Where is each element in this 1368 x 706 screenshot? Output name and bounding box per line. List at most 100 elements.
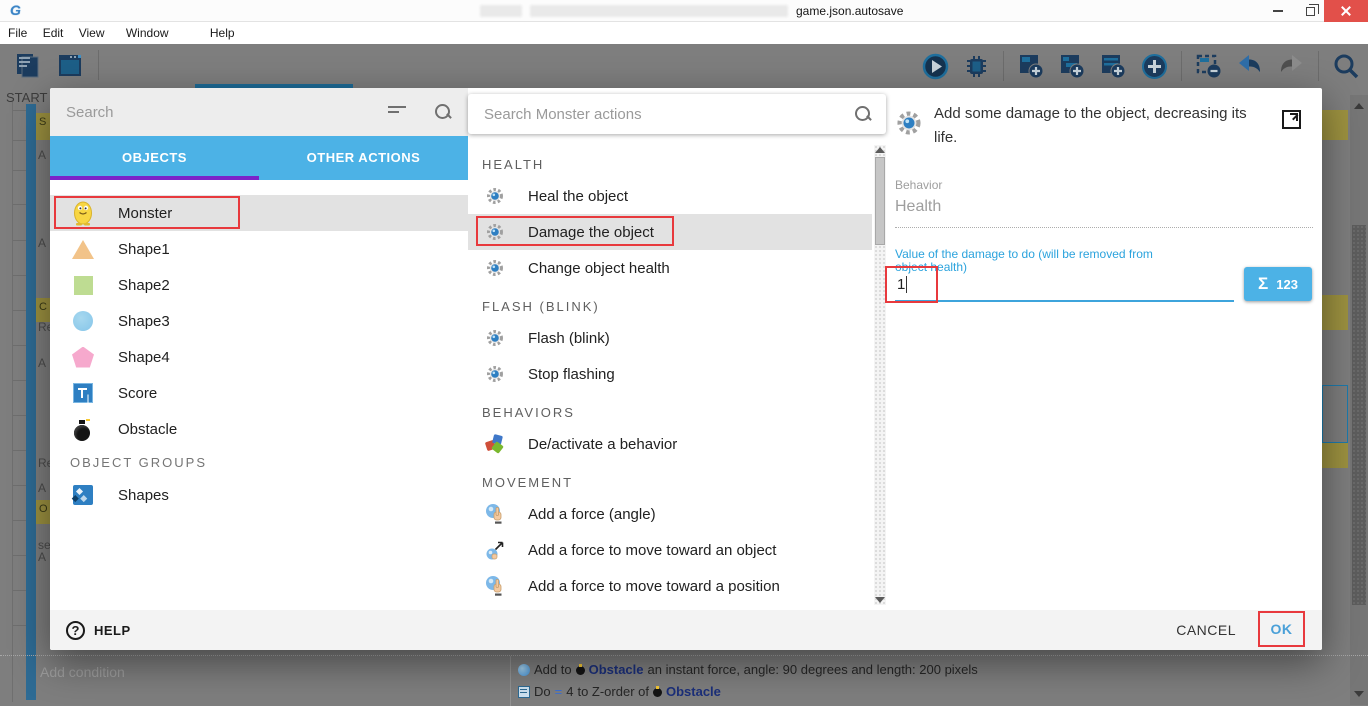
sigma-icon: Σ: [1258, 274, 1268, 294]
event-action-row[interactable]: Do = 4 to Z-order of Obstacle: [518, 684, 721, 699]
monster-icon: [70, 200, 96, 226]
conditions-actions-divider: [510, 656, 511, 706]
minimize-button[interactable]: [1262, 0, 1294, 22]
app-area-dimmed: START S A A C Re A Re A O se A Add condi…: [0, 44, 1368, 705]
event-tree-line: [12, 102, 13, 702]
search-events-icon[interactable]: [1332, 52, 1360, 80]
filter-icon[interactable]: [388, 106, 406, 118]
close-button[interactable]: [1324, 0, 1368, 22]
comment-block: O: [36, 500, 50, 524]
scroll-down-arrow-icon[interactable]: [875, 597, 885, 603]
toolbar-divider: [98, 50, 99, 80]
add-event-icon[interactable]: [1017, 52, 1045, 80]
scrollbar-thumb[interactable]: [1352, 225, 1366, 605]
scrollbar-thumb[interactable]: [875, 157, 885, 245]
force-hand-icon: [482, 575, 508, 597]
object-row-shape2[interactable]: Shape2: [50, 267, 468, 303]
undo-icon[interactable]: [1236, 52, 1264, 80]
action-list-scrollbar[interactable]: [874, 145, 886, 605]
blurred-path-segment: [480, 5, 522, 17]
object-row-score[interactable]: Score: [50, 375, 468, 411]
group-row-shapes[interactable]: Shapes: [50, 477, 468, 513]
action-search-bar: [468, 94, 886, 134]
title-bar: G game.json.autosave: [0, 0, 1368, 22]
comment-block: [1322, 443, 1348, 468]
object-row-shape1[interactable]: Shape1: [50, 231, 468, 267]
ok-button[interactable]: OK: [1258, 611, 1305, 647]
object-row-obstacle[interactable]: Obstacle: [50, 411, 468, 447]
z-order-icon: [518, 686, 530, 698]
play-preview-icon[interactable]: [921, 52, 949, 80]
action-row-add-force-angle[interactable]: Add a force (angle): [468, 496, 872, 532]
object-list: Monster Shape1 Shape2 Shape3 Shape4: [50, 180, 468, 610]
action-row-change-health[interactable]: Change object health: [468, 250, 872, 286]
section-header-health: HEALTH: [468, 140, 872, 178]
open-in-new-icon[interactable]: [1282, 110, 1301, 129]
menu-view[interactable]: View: [73, 22, 111, 44]
section-header-movement: MOVEMENT: [468, 462, 872, 496]
toolbar-left: [14, 50, 99, 80]
event-sheet-bottom-rows: Add condition Add to Obstacle an instant…: [0, 655, 1368, 705]
expression-editor-button[interactable]: Σ 123: [1244, 267, 1312, 301]
object-search-input[interactable]: [66, 88, 366, 136]
action-row-deactivate-behavior[interactable]: De/activate a behavior: [468, 426, 872, 462]
delete-event-icon[interactable]: [1195, 52, 1223, 80]
debug-icon[interactable]: [962, 52, 990, 80]
tab-objects[interactable]: OBJECTS: [50, 136, 259, 180]
action-row-flash[interactable]: Flash (blink): [468, 320, 872, 356]
section-header-flash: FLASH (BLINK): [468, 286, 872, 320]
flash-gear-icon: [482, 329, 508, 347]
action-row-heal[interactable]: Heal the object: [468, 178, 872, 214]
events-scrollbar[interactable]: [1350, 95, 1368, 705]
action-row-force-toward-object[interactable]: Add a force to move toward an object: [468, 532, 872, 568]
action-description: Add some damage to the object, decreasin…: [934, 102, 1252, 150]
square-shape-icon: [70, 276, 96, 295]
action-gear-icon: [896, 110, 922, 141]
menu-help[interactable]: Help: [204, 22, 241, 44]
menu-file[interactable]: File: [2, 22, 33, 44]
triangle-shape-icon: [70, 240, 96, 259]
obstacle-bomb-icon: [653, 686, 662, 697]
menu-edit[interactable]: Edit: [37, 22, 70, 44]
flash-gear-icon: [482, 365, 508, 383]
window-title: game.json.autosave: [796, 0, 903, 22]
action-row-damage[interactable]: Damage the object: [468, 214, 872, 250]
scroll-up-arrow-icon[interactable]: [1354, 103, 1364, 109]
force-hand-icon: [482, 503, 508, 525]
add-comment-icon[interactable]: [1099, 52, 1127, 80]
scene-editor-icon[interactable]: [56, 51, 84, 79]
object-groups-header: OBJECT GROUPS: [50, 447, 468, 477]
object-row-shape4[interactable]: Shape4: [50, 339, 468, 375]
object-group-icon: [70, 485, 96, 505]
search-icon: [434, 103, 452, 121]
toolbar-divider: [1318, 51, 1319, 81]
action-list: HEALTH Heal the object Damage the object…: [468, 140, 872, 610]
project-manager-icon[interactable]: [14, 51, 42, 79]
damage-value-input[interactable]: 1: [897, 276, 907, 293]
text-object-icon: [70, 383, 96, 403]
object-row-monster[interactable]: Monster: [50, 195, 468, 231]
help-button[interactable]: ? HELP: [66, 610, 131, 650]
menu-window[interactable]: Window: [120, 22, 175, 44]
redo-icon[interactable]: [1277, 52, 1305, 80]
damage-value-label: Value of the damage to do (will be remov…: [895, 248, 1153, 274]
add-condition-button[interactable]: Add condition: [40, 664, 125, 680]
action-search-input[interactable]: [484, 94, 814, 134]
maximize-button[interactable]: [1294, 0, 1326, 22]
event-action-row[interactable]: Add to Obstacle an instant force, angle:…: [518, 662, 978, 677]
behavior-puzzle-icon: [482, 434, 508, 454]
action-row-stop-flashing[interactable]: Stop flashing: [468, 356, 872, 392]
action-row-force-toward-position[interactable]: Add a force to move toward a position: [468, 568, 872, 604]
health-gear-icon: [482, 259, 508, 277]
object-row-shape3[interactable]: Shape3: [50, 303, 468, 339]
scroll-up-arrow-icon[interactable]: [875, 147, 885, 153]
add-subevent-icon[interactable]: [1058, 52, 1086, 80]
cancel-button[interactable]: CANCEL: [1176, 610, 1236, 650]
pentagon-shape-icon: [70, 347, 96, 368]
search-icon: [854, 105, 872, 123]
add-circle-icon[interactable]: [1140, 52, 1168, 80]
health-gear-icon: [482, 187, 508, 205]
comment-block: [1322, 295, 1348, 330]
tab-other-actions[interactable]: OTHER ACTIONS: [259, 136, 468, 180]
toolbar-right: [921, 50, 1360, 82]
